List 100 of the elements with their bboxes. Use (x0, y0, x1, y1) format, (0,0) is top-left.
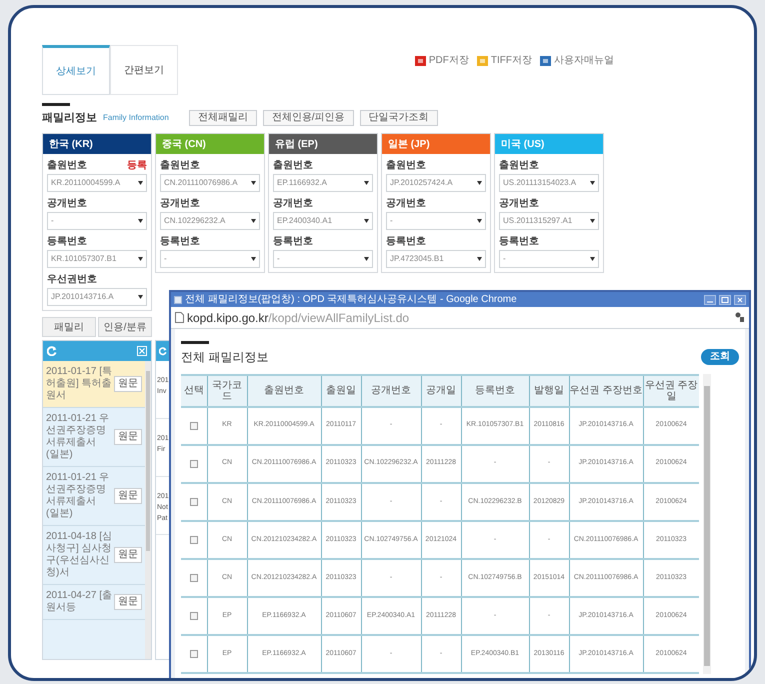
download-link[interactable]: PDF저장 (414, 53, 469, 68)
download-link[interactable]: TIFF저장 (476, 53, 532, 68)
dropdown-arrow-icon (251, 219, 256, 223)
original-button[interactable]: 원문 (114, 594, 142, 610)
field-label: 등록번호 (499, 234, 539, 248)
close-icon (734, 294, 746, 304)
checkbox[interactable] (190, 612, 198, 620)
column-header: 출원일 (321, 375, 361, 407)
family-button[interactable]: 전체인용/피인용 (262, 110, 354, 126)
column-header: 국가코드 (207, 375, 247, 407)
history-text: 2011-01-21 우선권주장증명서류제출서 (일본) (46, 472, 110, 520)
tiff-file-icon (476, 56, 488, 66)
history-text: 2011-04-18 [심사청구] 심사청구(우선심사신청)서 (46, 531, 112, 579)
tab[interactable]: 상세보기 (42, 45, 110, 95)
dropdown-arrow-icon (590, 257, 595, 261)
field-label: 공개번호 (273, 196, 313, 210)
dropdown-arrow-icon (477, 181, 482, 185)
column-header: 공개번호 (361, 375, 421, 407)
column-header: 출원번호 (247, 375, 321, 407)
tab[interactable]: 간편보기 (110, 45, 178, 95)
field-label: 공개번호 (386, 196, 426, 210)
dropdown-arrow-icon (138, 181, 143, 185)
scrollbar[interactable] (703, 374, 711, 674)
section-title: 패밀리정보 (42, 110, 97, 126)
checkbox[interactable] (190, 460, 198, 468)
dropdown-arrow-icon (138, 257, 143, 261)
family-button[interactable]: 전체패밀리 (188, 110, 257, 126)
original-button[interactable]: 원문 (114, 547, 142, 563)
select-field[interactable]: JP.2010143716.A (47, 288, 147, 306)
section-subtitle: Family Information (103, 112, 169, 124)
checkbox[interactable] (190, 536, 198, 544)
column-header: 우선권 주장일 (643, 375, 699, 407)
key-icon (735, 312, 745, 323)
history-item[interactable]: 2011-01-17 [특허출원] 특허출원서 원문 (43, 361, 145, 408)
field-label: 출원번호 (386, 158, 426, 172)
select-field[interactable]: - (47, 212, 147, 230)
close-icon (137, 346, 147, 356)
field-label: 등록번호 (160, 234, 200, 248)
select-field[interactable]: US.2011315297.A1 (499, 212, 599, 230)
history-text: 2011-04-27 [출원서등 (46, 590, 112, 614)
country-header: 미국 (US) (495, 134, 603, 154)
select-field[interactable]: EP.1166932.A (273, 174, 373, 192)
select-field[interactable]: - (273, 250, 373, 268)
country-header: 일본 (JP) (382, 134, 490, 154)
dropdown-arrow-icon (477, 257, 482, 261)
maximize-icon (719, 294, 731, 304)
dropdown-arrow-icon (138, 295, 143, 299)
dropdown-arrow-icon (590, 219, 595, 223)
select-field[interactable]: CN.201110076986.A (160, 174, 260, 192)
dropdown-arrow-icon (251, 181, 256, 185)
field-label: 출원번호 (273, 158, 313, 172)
panel-tab-button[interactable]: 인용/분류 (98, 317, 152, 337)
select-field[interactable]: KR.101057307.B1 (47, 250, 147, 268)
scrollbar[interactable] (145, 361, 151, 659)
select-field[interactable]: - (386, 212, 486, 230)
dropdown-arrow-icon (590, 181, 595, 185)
minimize-icon (704, 294, 716, 304)
original-button[interactable]: 원문 (114, 429, 142, 445)
select-field[interactable]: KR.20110004599.A (47, 174, 147, 192)
manual-icon (540, 56, 551, 66)
select-field[interactable]: EP.2400340.A1 (273, 212, 373, 230)
checkbox[interactable] (190, 574, 198, 582)
status-label: 등록 (127, 158, 147, 172)
download-link[interactable]: 사용자매뉴얼 (540, 53, 614, 68)
select-field[interactable]: - (499, 250, 599, 268)
dropdown-arrow-icon (364, 219, 369, 223)
history-text: 2011-01-21 우선권주장증명서류제출서 (일본) (46, 413, 110, 461)
section-rule (181, 341, 209, 344)
column-header: 선택 (181, 375, 207, 407)
dropdown-arrow-icon (138, 219, 143, 223)
column-header: 공개일 (421, 375, 461, 407)
field-label: 등록번호 (47, 234, 87, 248)
family-button[interactable]: 단일국가조회 (360, 110, 438, 126)
original-button[interactable]: 원문 (114, 488, 142, 504)
refresh-icon (159, 346, 167, 356)
checkbox[interactable] (190, 650, 198, 658)
window-title: 전체 패밀리정보(팝업창) : OPD 국제특허심사공유시스템 - Google Chrome (185, 294, 518, 304)
field-label: 공개번호 (499, 196, 539, 210)
select-field[interactable]: CN.102296232.A (160, 212, 260, 230)
select-field[interactable]: JP.2010257424.A (386, 174, 486, 192)
window-icon (174, 296, 182, 304)
dropdown-arrow-icon (364, 257, 369, 261)
pdf-icon (414, 56, 426, 66)
refresh-icon (47, 346, 57, 356)
search-button[interactable]: 조회 (701, 349, 739, 365)
panel-tab-button[interactable]: 패밀리 (42, 317, 96, 337)
country-header: 중국 (CN) (156, 134, 264, 154)
column-header: 등록번호 (461, 375, 529, 407)
checkbox[interactable] (190, 422, 198, 430)
select-field[interactable]: JP.4723045.B1 (386, 250, 486, 268)
select-field[interactable]: - (160, 250, 260, 268)
dropdown-arrow-icon (477, 219, 482, 223)
checkbox[interactable] (190, 498, 198, 506)
field-label: 등록번호 (273, 234, 313, 248)
original-button[interactable]: 원문 (114, 376, 142, 392)
field-label: 출원번호 (499, 158, 539, 172)
page-icon (175, 312, 184, 323)
select-field[interactable]: US.201113154023.A (499, 174, 599, 192)
history-text: 2011-01-17 [특허출원] 특허출원서 (46, 366, 112, 402)
section-rule (42, 103, 70, 106)
